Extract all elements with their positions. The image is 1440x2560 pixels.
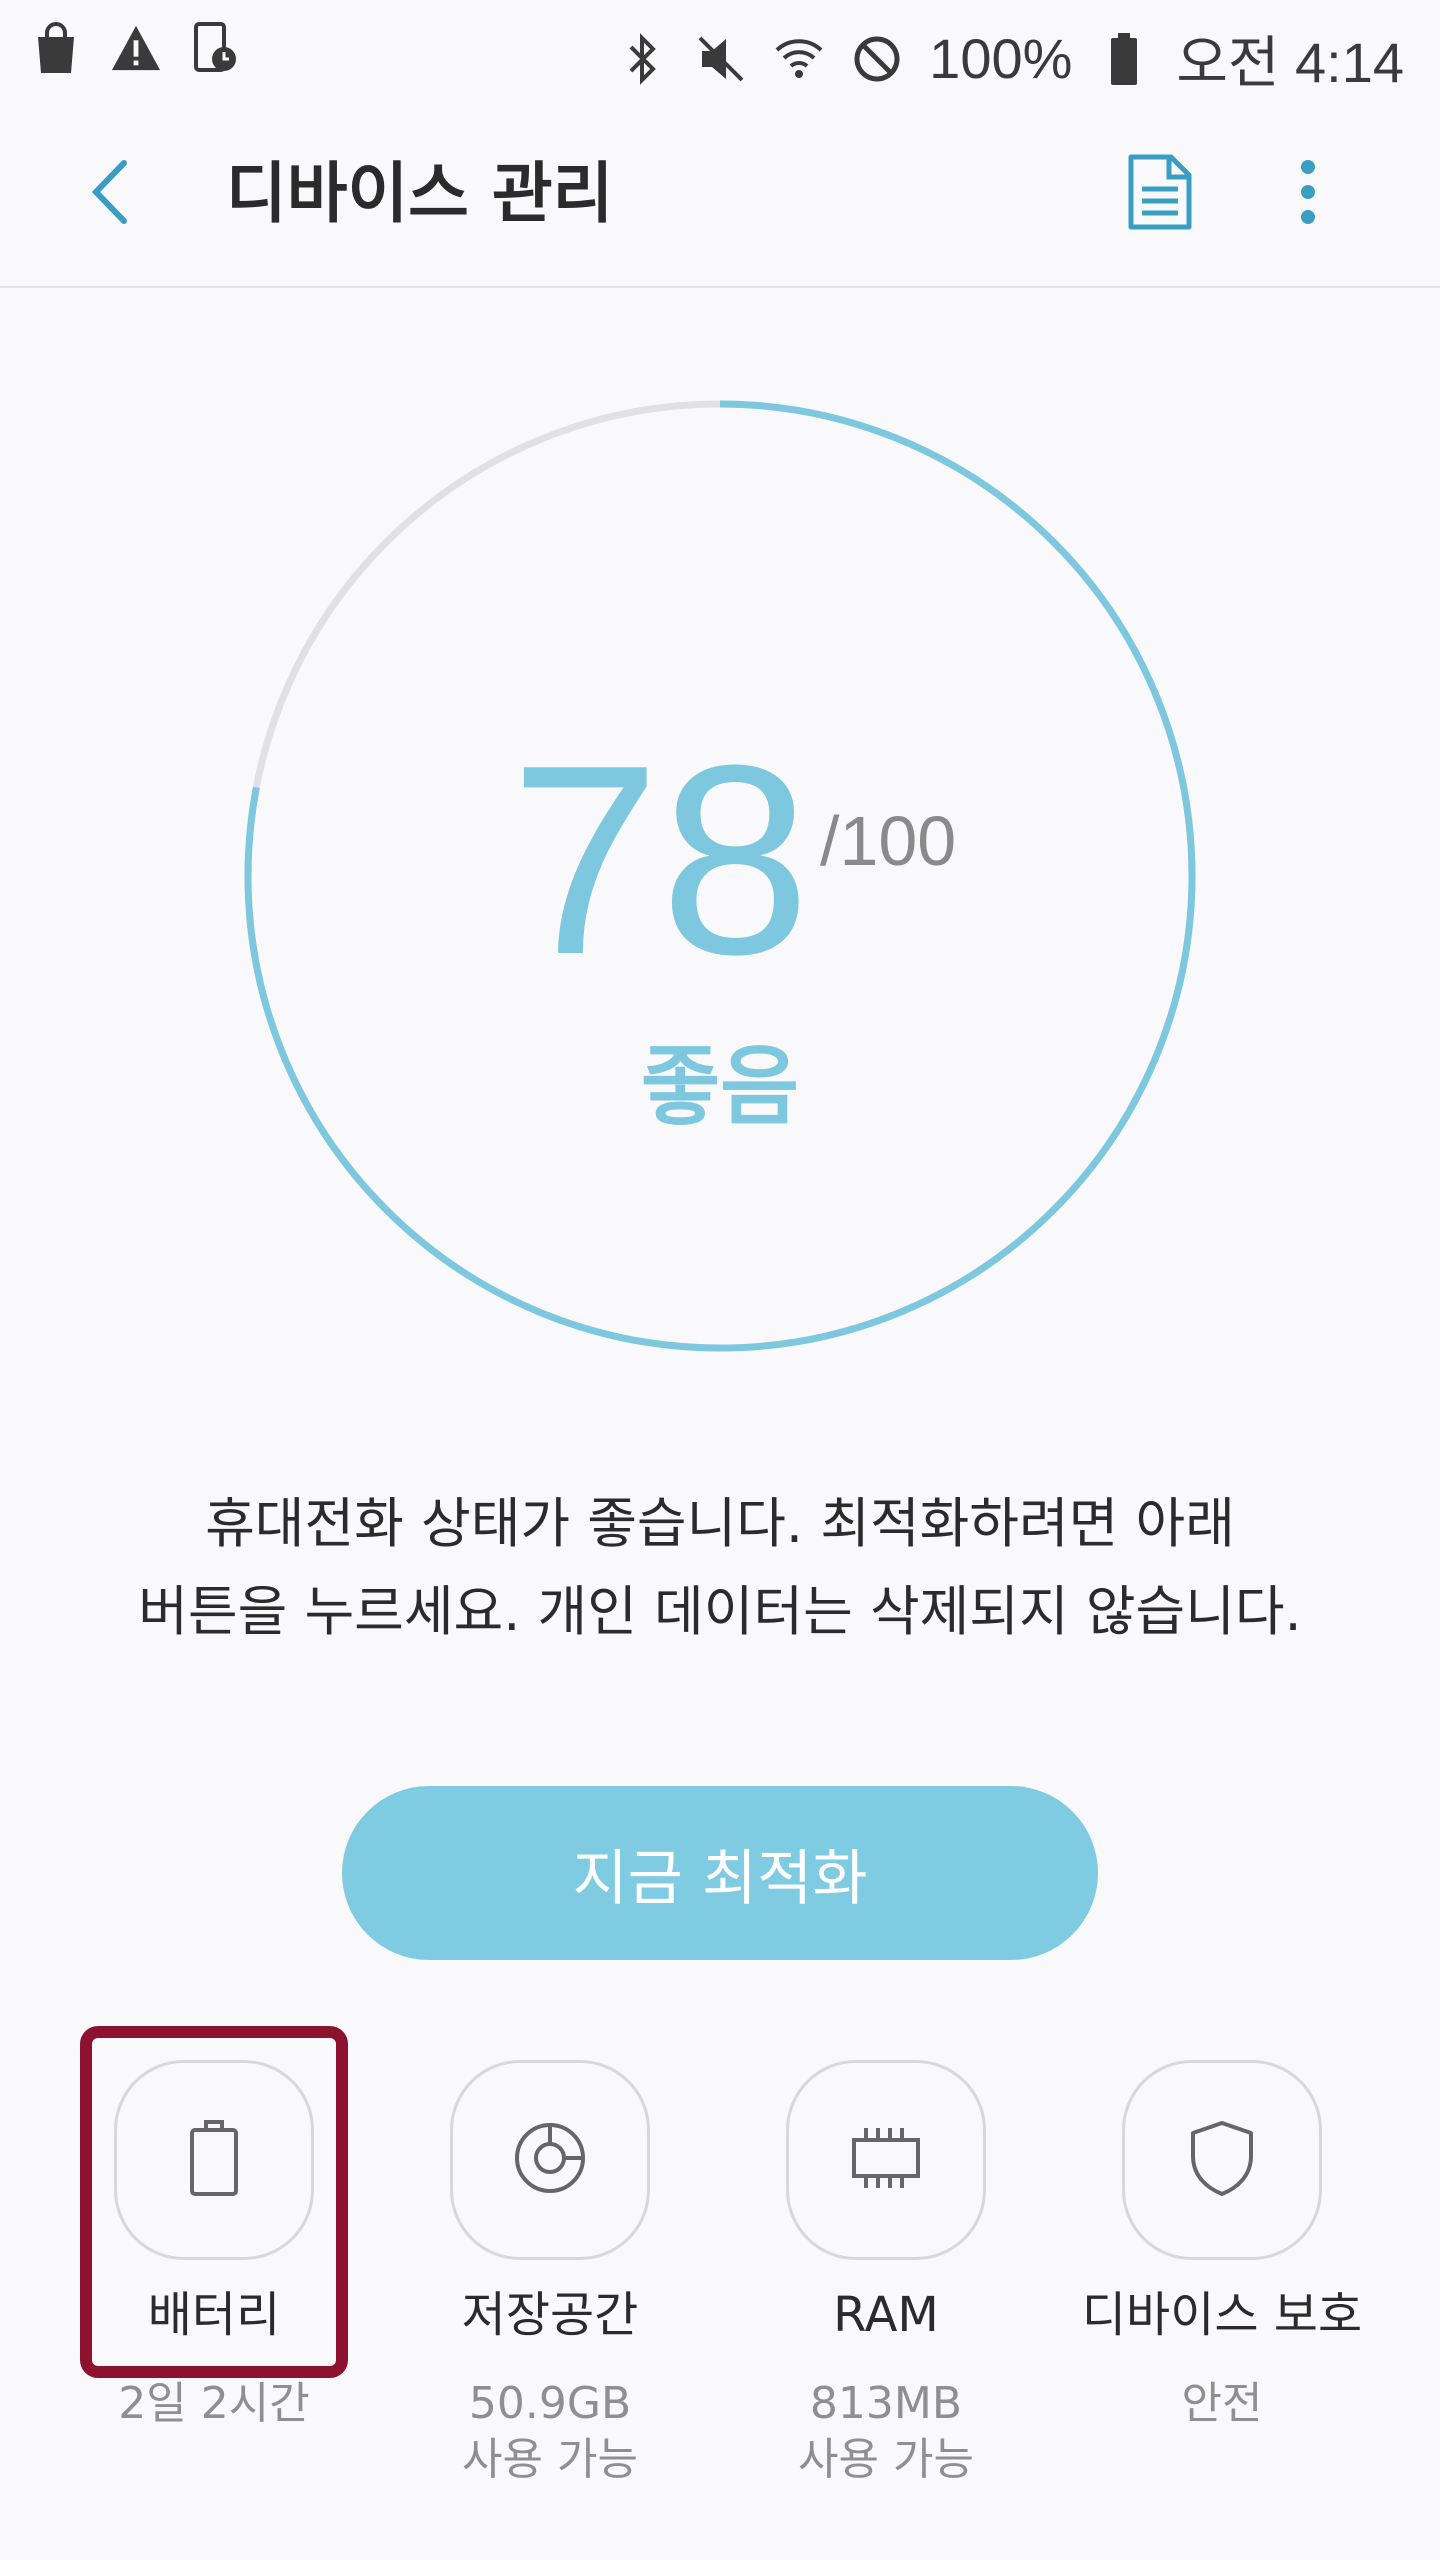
battery-percent: 100% xyxy=(929,27,1073,90)
document-icon xyxy=(1125,153,1195,235)
tile-battery[interactable]: 배터리 2일 2시간 xyxy=(44,2060,384,2432)
battery-icon xyxy=(1098,29,1150,89)
tile-storage-sub2: 사용 가능 xyxy=(462,2434,638,2485)
tile-storage-icon-box xyxy=(450,2060,650,2260)
optimize-now-button[interactable]: 지금 최적화 xyxy=(342,1786,1098,1960)
back-button[interactable] xyxy=(70,150,150,238)
bluetooth-icon xyxy=(617,29,669,89)
shopping-bag-icon xyxy=(30,18,82,78)
wifi-icon xyxy=(773,29,825,89)
tile-protection-title: 디바이스 보호 xyxy=(1081,2287,1363,2343)
status-bar: 100% 오전 4:14 xyxy=(0,0,1440,100)
warning-icon xyxy=(110,18,162,78)
tile-battery-sub: 2일 2시간 xyxy=(118,2378,310,2429)
more-options-button[interactable] xyxy=(1280,150,1336,238)
tile-storage[interactable]: 저장공간 50.9GB 사용 가능 xyxy=(380,2060,720,2488)
shield-icon xyxy=(1187,2118,1257,2202)
tile-battery-title: 배터리 xyxy=(147,2287,281,2343)
more-vert-icon xyxy=(1298,157,1318,231)
battery-icon xyxy=(186,2118,242,2202)
description-line-2: 버튼을 누르세요. 개인 데이터는 삭제되지 않습니다. xyxy=(138,1580,1302,1643)
report-button[interactable] xyxy=(1118,150,1202,238)
storage-icon xyxy=(510,2118,590,2202)
chevron-left-icon xyxy=(88,157,132,231)
tile-protection-sub: 안전 xyxy=(1181,2378,1263,2429)
score-status-label: 좋음 xyxy=(640,1037,800,1137)
tile-ram-sub2: 사용 가능 xyxy=(798,2434,974,2485)
tile-ram-sub: 813MB xyxy=(809,2378,963,2429)
tile-protection-icon-box xyxy=(1122,2060,1322,2260)
app-bar: 디바이스 관리 xyxy=(0,100,1440,288)
description-line-1: 휴대전화 상태가 좋습니다. 최적화하려면 아래 xyxy=(205,1492,1235,1555)
tile-storage-sub: 50.9GB xyxy=(468,2378,632,2429)
tile-device-protection[interactable]: 디바이스 보호 안전 xyxy=(1052,2060,1392,2432)
score-value: 78 xyxy=(510,710,811,1011)
mute-icon xyxy=(695,29,747,89)
tile-ram-icon-box xyxy=(786,2060,986,2260)
memory-chip-icon xyxy=(846,2123,926,2197)
tile-ram-title: RAM xyxy=(833,2287,939,2343)
device-clock-icon xyxy=(190,18,242,78)
tile-battery-icon-box xyxy=(114,2060,314,2260)
clock: 오전 4:14 xyxy=(1176,31,1404,94)
score-max: /100 xyxy=(820,802,957,880)
block-icon xyxy=(851,29,903,89)
tile-ram[interactable]: RAM 813MB 사용 가능 xyxy=(716,2060,1056,2488)
device-care-screen: 100% 오전 4:14 디바이스 관리 78 /100 좋음 휴대전화 상태가… xyxy=(0,0,1440,2560)
score-gauge: 78 /100 좋음 xyxy=(240,396,1200,1356)
status-description: 휴대전화 상태가 좋습니다. 최적화하려면 아래 버튼을 누르세요. 개인 데이… xyxy=(60,1480,1380,1656)
tile-storage-title: 저장공간 xyxy=(461,2287,639,2343)
page-title: 디바이스 관리 xyxy=(226,155,614,232)
